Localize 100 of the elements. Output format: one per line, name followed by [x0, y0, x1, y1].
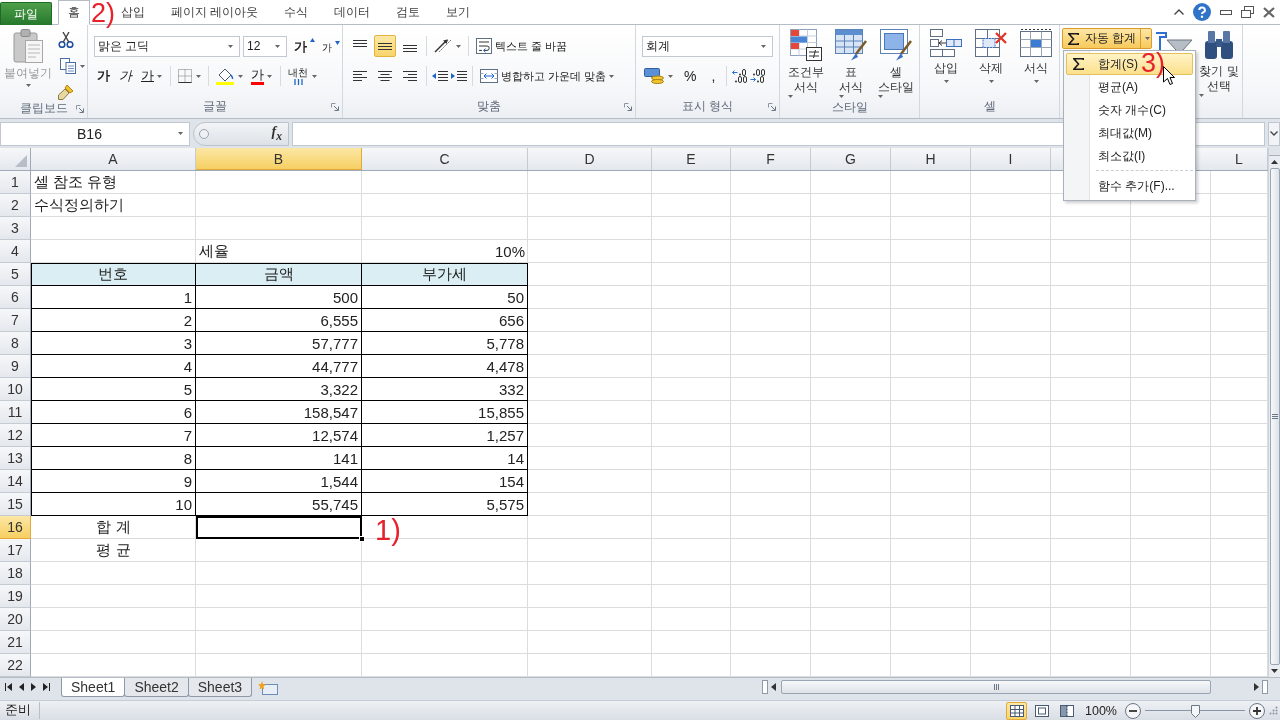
menu-item[interactable]: 최대값(M)	[1066, 122, 1193, 144]
sheet-tab[interactable]: Sheet2	[124, 678, 189, 697]
copy-button[interactable]	[58, 55, 87, 77]
row-header[interactable]: 12	[0, 424, 31, 447]
row-header[interactable]: 8	[0, 332, 31, 355]
dialog-launcher-icon[interactable]	[624, 102, 632, 111]
scrollbar-thumb[interactable]	[1269, 168, 1280, 665]
minimize-icon[interactable]	[1220, 9, 1232, 15]
align-middle-button[interactable]	[374, 35, 396, 57]
find-select-button[interactable]: 찾기 및 선택	[1196, 28, 1242, 97]
font-color-button[interactable]: 가	[248, 65, 275, 87]
right-arrow-icon[interactable]	[1254, 683, 1259, 691]
ribbon-tab[interactable]: 데이터	[328, 1, 377, 24]
close-icon[interactable]	[1263, 6, 1275, 18]
row-header[interactable]: 17	[0, 539, 31, 562]
row-header[interactable]: 20	[0, 608, 31, 631]
increase-decimal-icon[interactable]	[732, 69, 748, 83]
down-arrow-icon[interactable]	[1271, 669, 1278, 673]
zoom-out-icon[interactable]	[1125, 702, 1141, 719]
decrease-decimal-icon[interactable]	[750, 69, 766, 83]
slider-thumb[interactable]	[1190, 704, 1200, 718]
new-sheet-icon[interactable]	[258, 681, 279, 695]
first-arrow-icon[interactable]	[5, 682, 12, 691]
font-name-dropdown[interactable]: 맑은 고딕	[94, 35, 240, 57]
row-header[interactable]: 13	[0, 447, 31, 470]
dialog-launcher-icon[interactable]	[768, 102, 776, 111]
row-header[interactable]: 14	[0, 470, 31, 493]
row-header[interactable]: 2	[0, 194, 31, 217]
row-header[interactable]: 15	[0, 493, 31, 516]
row-header[interactable]: 16	[0, 516, 31, 539]
active-cell[interactable]	[196, 516, 362, 539]
row-header[interactable]: 7	[0, 309, 31, 332]
brush-icon[interactable]	[58, 84, 74, 100]
font-size-dropdown[interactable]: 12	[243, 35, 287, 57]
row-header[interactable]: 10	[0, 378, 31, 401]
zoom-in-icon[interactable]	[1249, 702, 1265, 719]
accounting-format-button[interactable]	[642, 65, 675, 87]
italic-button[interactable]: 가	[116, 65, 135, 87]
grow-font-button[interactable]: 가	[292, 35, 317, 57]
name-box[interactable]: B16	[0, 121, 190, 146]
ribbon-tab[interactable]: 홈	[58, 0, 90, 25]
insert-function-button[interactable]: f$_{x}$	[271, 124, 282, 143]
row-header[interactable]: 6	[0, 286, 31, 309]
number-format-dropdown[interactable]: 회계	[642, 35, 773, 57]
sheet-tab[interactable]: Sheet1	[61, 678, 126, 697]
left-arrow-icon[interactable]	[19, 682, 24, 691]
zoom-level[interactable]: 100%	[1085, 703, 1117, 718]
dialog-launcher-icon[interactable]	[76, 104, 84, 113]
underline-button[interactable]: 가	[138, 65, 165, 87]
split-handle[interactable]	[1269, 148, 1280, 156]
menu-item[interactable]: 함수 추가(F)...	[1066, 175, 1193, 197]
menu-item[interactable]: 숫자 개수(C)	[1066, 99, 1193, 121]
indent-increase-icon[interactable]	[451, 71, 467, 81]
table-format-button[interactable]: 표 서식	[830, 29, 872, 98]
row-header[interactable]: 21	[0, 631, 31, 654]
row-header[interactable]: 3	[0, 217, 31, 240]
autosum-button[interactable]: 자동 합계	[1062, 28, 1152, 49]
ribbon-tab[interactable]: 삽입	[115, 1, 151, 24]
ribbon-tab[interactable]: 수식	[278, 1, 315, 24]
row-header[interactable]: 1	[0, 171, 31, 194]
bold-button[interactable]: 가	[94, 65, 113, 87]
grip-circle-icon[interactable]	[199, 128, 209, 139]
insert-cells-button[interactable]: 삽입	[925, 29, 967, 83]
percent-button[interactable]: %	[678, 65, 703, 87]
column-header[interactable]: B	[196, 148, 362, 170]
row-header[interactable]: 19	[0, 585, 31, 608]
phonetic-guide-button[interactable]: 내천	[286, 65, 319, 87]
ribbon-tab[interactable]: 보기	[440, 1, 477, 24]
scissors-icon[interactable]	[58, 32, 74, 48]
split-handle[interactable]	[1262, 680, 1268, 694]
up-arrow-icon[interactable]	[1271, 160, 1278, 164]
dialog-launcher-icon[interactable]	[331, 102, 339, 111]
ribbon-tab[interactable]: 검토	[390, 1, 427, 24]
sheet-tab[interactable]: Sheet3	[187, 678, 253, 697]
split-handle[interactable]	[762, 680, 768, 694]
chevron-up-icon[interactable]	[1174, 9, 1184, 15]
format-cells-button[interactable]: 서식	[1015, 29, 1057, 83]
left-arrow-icon[interactable]	[771, 683, 776, 691]
row-header[interactable]: 18	[0, 562, 31, 585]
row-header[interactable]: 11	[0, 401, 31, 424]
merge-center-button[interactable]: 병합하고 가운데 맞춤	[478, 65, 617, 87]
row-header[interactable]: 9	[0, 355, 31, 378]
row-header[interactable]: 4	[0, 240, 31, 263]
help-icon[interactable]	[1193, 3, 1211, 21]
indent-decrease-icon[interactable]	[432, 71, 448, 81]
shrink-font-button[interactable]: 가	[320, 35, 342, 57]
fill-handle[interactable]	[359, 536, 365, 542]
comma-button[interactable]: ,	[705, 65, 722, 87]
restore-icon[interactable]	[1241, 6, 1254, 18]
file-tab[interactable]: 파일	[0, 2, 52, 25]
expand-button[interactable]	[1268, 121, 1280, 146]
menu-item[interactable]: 최소값(I)	[1066, 145, 1193, 167]
scrollbar-thumb[interactable]	[781, 680, 1211, 694]
conditional-format-button[interactable]: 조건부 서식	[785, 29, 827, 98]
row-header[interactable]: 22	[0, 654, 31, 677]
wrap-text-button[interactable]: 텍스트 줄 바꿈	[474, 35, 570, 57]
delete-cells-button[interactable]: 삭제	[970, 29, 1012, 83]
row-header[interactable]: 5	[0, 263, 31, 286]
last-arrow-icon[interactable]	[43, 682, 50, 691]
view-button[interactable]	[1006, 701, 1027, 720]
